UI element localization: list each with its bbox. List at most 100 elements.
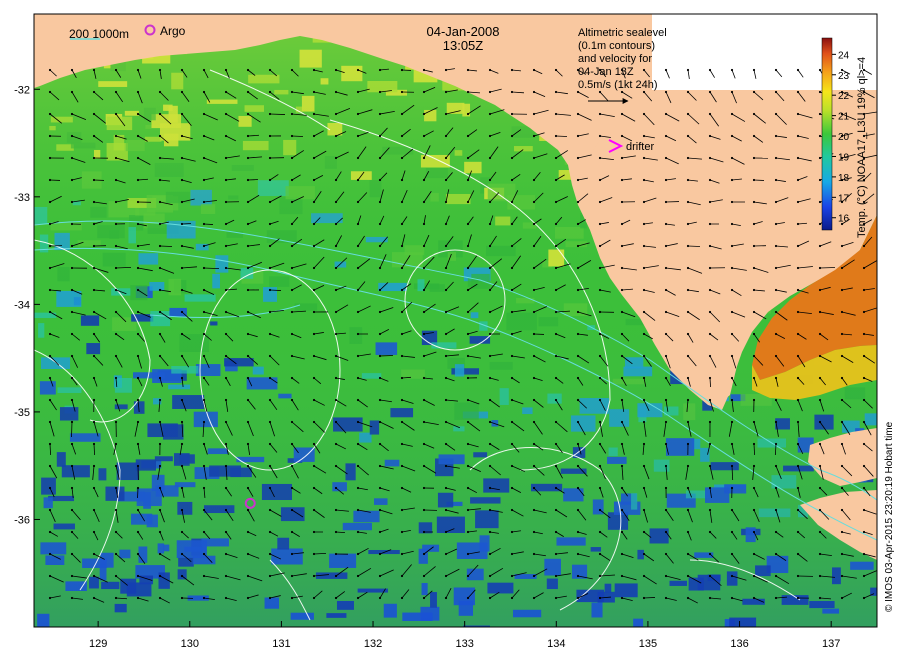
velocity-arrow-origin [313,333,315,335]
velocity-arrow-origin [511,333,513,335]
velocity-arrow-origin [731,575,733,577]
velocity-arrow-origin [269,113,271,115]
velocity-arrow-origin [357,179,359,181]
velocity-arrow-origin [203,113,205,115]
velocity-arrow-origin [291,509,293,511]
velocity-arrow-origin [687,333,689,335]
velocity-arrow-origin [49,531,51,533]
colorbar-tick-label: 17 [838,193,850,204]
velocity-arrow-origin [555,421,557,423]
velocity-arrow-origin [291,245,293,247]
sst-patch [479,626,496,641]
velocity-arrow-origin [753,135,755,137]
velocity-arrow-origin [709,399,711,401]
velocity-arrow-origin [797,223,799,225]
velocity-arrow-origin [49,157,51,159]
velocity-arrow-origin [379,377,381,379]
velocity-arrow-origin [115,553,117,555]
velocity-arrow-origin [115,91,117,93]
velocity-arrow-origin [467,443,469,445]
velocity-arrow-origin [71,157,73,159]
velocity-arrow-origin [291,443,293,445]
velocity-arrow-origin [709,113,711,115]
velocity-arrow-origin [819,289,821,291]
velocity-arrow-origin [467,179,469,181]
velocity-arrow-origin [709,245,711,247]
velocity-arrow-origin [665,355,667,357]
velocity-arrow-origin [93,531,95,533]
velocity-arrow-origin [137,267,139,269]
depth-contours-label: 200 1000m [69,27,129,41]
velocity-arrow [688,246,700,247]
velocity-arrow-origin [181,333,183,335]
velocity-arrow-origin [819,201,821,203]
velocity-arrow-origin [379,267,381,269]
velocity-arrow-origin [137,201,139,203]
velocity-arrow-origin [731,399,733,401]
velocity-arrow-origin [379,333,381,335]
velocity-arrow-origin [335,135,337,137]
velocity-arrow-origin [203,289,205,291]
velocity-arrow-origin [93,311,95,313]
velocity-arrow-origin [379,531,381,533]
plot-area [34,14,900,642]
velocity-arrow-origin [643,201,645,203]
velocity-arrow-origin [599,311,601,313]
colorbar-tick-label: 18 [838,173,850,184]
velocity-arrow-origin [665,135,667,137]
velocity-arrow-origin [49,223,51,225]
velocity-arrow-origin [335,91,337,93]
velocity-arrow-origin [401,465,403,467]
velocity-arrow-origin [753,157,755,159]
velocity-arrow-origin [797,443,799,445]
velocity-arrow-origin [313,443,315,445]
velocity-arrow-origin [797,245,799,247]
velocity-arrow-origin [203,443,205,445]
velocity-arrow-origin [203,377,205,379]
velocity-arrow-origin [203,333,205,335]
velocity-arrow-origin [71,399,73,401]
velocity-arrow-origin [489,597,491,599]
velocity-arrow-origin [753,91,755,93]
velocity-arrow-origin [533,509,535,511]
velocity-arrow-origin [181,487,183,489]
y-axis-tick-label: -32 [14,84,30,96]
y-axis-tick-label: -36 [14,514,30,526]
velocity-arrow-origin [423,135,425,137]
altimetry-line-4: 04-Jan 13Z [578,66,634,78]
velocity-arrow-origin [357,69,359,71]
velocity-arrow-origin [423,399,425,401]
velocity-arrow-origin [621,201,623,203]
velocity-arrow-origin [313,69,315,71]
velocity-arrow-origin [643,91,645,93]
velocity-arrow-origin [225,311,227,313]
velocity-arrow-origin [357,421,359,423]
velocity-arrow-origin [731,157,733,159]
velocity-arrow-origin [511,553,513,555]
velocity-arrow-origin [313,531,315,533]
velocity-arrow-origin [797,289,799,291]
velocity-arrow-origin [181,223,183,225]
velocity-arrow-origin [841,597,843,599]
velocity-arrow-origin [335,113,337,115]
velocity-arrow-origin [709,135,711,137]
velocity-arrow-origin [797,487,799,489]
velocity-arrow-origin [841,355,843,357]
velocity-arrow-origin [467,267,469,269]
velocity-arrow-origin [137,69,139,71]
velocity-arrow-origin [247,311,249,313]
velocity-arrow-origin [577,311,579,313]
velocity-arrow-origin [247,245,249,247]
velocity-arrow-origin [445,355,447,357]
velocity-arrow-origin [511,201,513,203]
velocity-arrow-origin [181,157,183,159]
velocity-arrow-origin [137,245,139,247]
velocity-arrow-origin [863,311,865,313]
velocity-arrow-origin [115,597,117,599]
velocity-arrow-origin [445,311,447,313]
velocity-arrow-origin [203,201,205,203]
sst-map-canvas: -32-33-34-35-36 129130131132133134135136… [0,0,900,660]
velocity-arrow-origin [335,597,337,599]
velocity-arrow-origin [797,113,799,115]
velocity-arrow-origin [643,69,645,71]
